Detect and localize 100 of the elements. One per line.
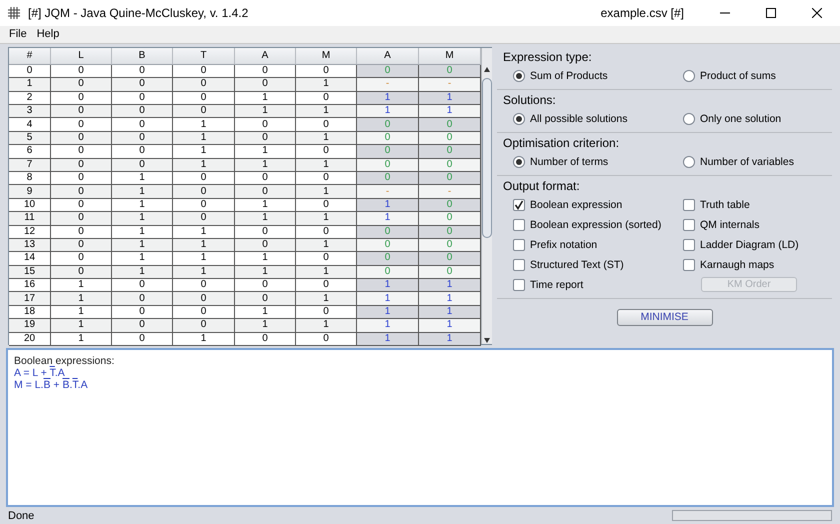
table-cell: 16 <box>9 279 51 292</box>
menu-item[interactable]: File <box>4 28 32 40</box>
column-header[interactable]: B <box>112 48 173 65</box>
maximize-icon <box>766 8 776 18</box>
table-cell: 0 <box>296 145 357 159</box>
option-label: All possible solutions <box>530 112 628 125</box>
checkbox[interactable] <box>683 198 695 211</box>
table-cell: 0 <box>112 306 173 320</box>
result-heading: Boolean expressions: <box>14 354 116 367</box>
column-header[interactable]: # <box>9 48 51 65</box>
column-header[interactable]: T <box>173 48 235 65</box>
checkbox[interactable] <box>513 218 525 231</box>
table-cell: 0 <box>112 145 173 159</box>
menu-item[interactable]: Help <box>32 28 64 40</box>
table-cell: 12 <box>9 226 51 239</box>
table-cell: 0 <box>51 226 112 239</box>
table-cell: 3 <box>9 105 51 118</box>
table-cell: 0 <box>51 198 112 212</box>
table-cell: 0 <box>51 105 112 118</box>
boolean-expression: A = L + T.A <box>14 366 66 379</box>
table-cell: 1 <box>235 319 296 333</box>
table-cell: 0 <box>51 118 112 132</box>
checkbox[interactable] <box>683 238 695 251</box>
table-cell: 9 <box>9 185 51 199</box>
table-cell: 1 <box>357 319 419 333</box>
checkbox[interactable] <box>513 198 525 211</box>
column-header[interactable]: A <box>357 48 419 65</box>
scroll-down-icon[interactable] <box>483 336 491 344</box>
table-cell: 1 <box>235 105 296 118</box>
table-cell: 0 <box>112 105 173 118</box>
option-label: QM internals <box>700 218 760 231</box>
table-cell: 0 <box>296 64 357 78</box>
table-cell: 1 <box>9 78 51 92</box>
table-cell: 1 <box>419 319 481 333</box>
checkbox[interactable] <box>683 258 695 271</box>
option-label: Prefix notation <box>530 238 598 251</box>
table-cell: 0 <box>173 306 235 320</box>
table-cell: 1 <box>296 132 357 146</box>
table-cell: 0 <box>235 332 296 346</box>
table-cell: 1 <box>235 92 296 105</box>
checkbox[interactable] <box>513 238 525 251</box>
column-header[interactable]: M <box>296 48 357 65</box>
table-cell: 0 <box>419 226 481 239</box>
table-cell: 0 <box>51 92 112 105</box>
table-cell: 1 <box>173 252 235 266</box>
table-cell: 0 <box>173 185 235 199</box>
table-cell: 1 <box>112 172 173 186</box>
radio-button[interactable] <box>683 70 695 82</box>
radio-button[interactable] <box>683 112 695 125</box>
table-cell: 1 <box>235 252 296 266</box>
table-cell: 1 <box>357 279 419 292</box>
table-cell: 0 <box>419 118 481 132</box>
table-cell: 0 <box>357 145 419 159</box>
table-cell: 0 <box>357 238 419 252</box>
table-cell: 0 <box>235 78 296 92</box>
scroll-up-icon[interactable] <box>483 66 491 74</box>
table-cell: - <box>419 78 481 92</box>
column-header[interactable]: M <box>419 48 481 65</box>
table-cell: 7 <box>9 158 51 172</box>
table-cell: 0 <box>419 172 481 186</box>
checkbox[interactable] <box>683 218 695 231</box>
section-title: Output format: <box>503 178 581 193</box>
scrollbar[interactable] <box>481 48 492 344</box>
table-cell: 1 <box>296 292 357 306</box>
table-cell: 0 <box>419 132 481 146</box>
table-cell: 0 <box>173 172 235 186</box>
table-cell: 1 <box>357 92 419 105</box>
table-cell: 1 <box>419 105 481 118</box>
table-cell: 0 <box>173 279 235 292</box>
table-cell: 0 <box>51 266 112 280</box>
checkbox[interactable] <box>513 278 525 291</box>
column-header[interactable]: L <box>51 48 112 65</box>
result-area[interactable]: Boolean expressions: A = L + T.A M = L.B + B.T.A <box>6 348 834 508</box>
table-cell: 1 <box>419 279 481 292</box>
table-cell: 0 <box>235 132 296 146</box>
table-cell: 20 <box>9 332 51 346</box>
table-cell: 0 <box>419 266 481 280</box>
table-cell: 0 <box>357 64 419 78</box>
table-cell: 1 <box>112 266 173 280</box>
table-cell: 0 <box>419 145 481 159</box>
radio-button[interactable] <box>513 70 525 82</box>
table-cell: 1 <box>419 306 481 320</box>
table-cell: 1 <box>173 266 235 280</box>
table-cell: 10 <box>9 198 51 212</box>
table-cell: 1 <box>51 332 112 346</box>
table-cell: 1 <box>235 212 296 226</box>
table-cell: 1 <box>173 118 235 132</box>
table-cell: 0 <box>51 64 112 78</box>
section-title: Expression type: <box>503 50 593 64</box>
column-header[interactable]: A <box>235 48 296 65</box>
table-cell: 0 <box>112 64 173 78</box>
radio-button[interactable] <box>683 156 695 168</box>
table-cell: 0 <box>112 319 173 333</box>
minimise-button[interactable]: MINIMISE <box>616 308 712 326</box>
radio-button[interactable] <box>513 112 525 125</box>
table-cell: 0 <box>51 78 112 92</box>
checkbox[interactable] <box>513 258 525 271</box>
radio-button[interactable] <box>513 156 525 168</box>
table-cell: 1 <box>112 212 173 226</box>
option-label: Number of terms <box>530 156 608 168</box>
